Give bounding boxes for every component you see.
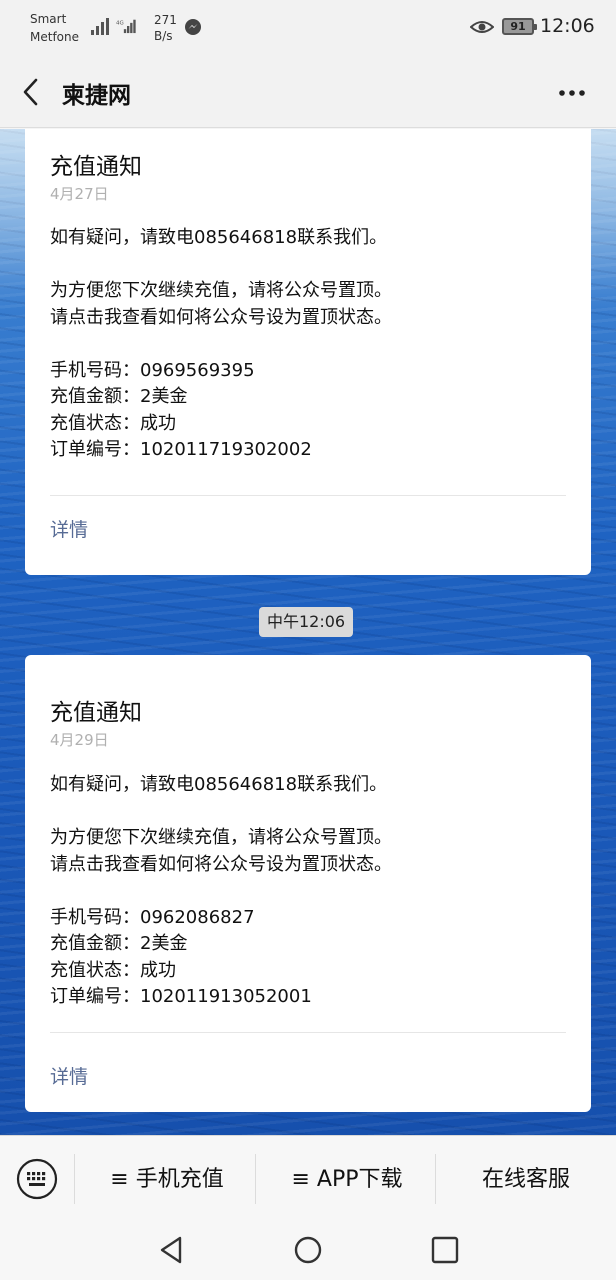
menu-app-download[interactable]: ≡ APP下载 (260, 1162, 434, 1198)
status-time: 12:06 (540, 15, 595, 37)
message-card[interactable]: 充值通知 4月27日 如有疑问，请致电085646818联系我们。 为方便您下次… (25, 129, 591, 575)
menu-separator (435, 1154, 436, 1204)
speed-value: 271 (154, 13, 177, 27)
card-divider (50, 495, 566, 496)
card-title: 充值通知 (50, 154, 142, 180)
network-speed: 271 B/s (154, 12, 177, 44)
detail-link[interactable]: 详情 (50, 1062, 88, 1089)
speed-unit: B/s (154, 29, 173, 43)
card-text-line: 请点击我查看如何将公众号设为置顶状态。 (50, 854, 392, 875)
time-divider: 中午12:06 (259, 607, 354, 637)
card-text-line: 为方便您下次继续充值，请将公众号置顶。 (50, 280, 392, 301)
chat-area[interactable]: 充值通知 4月27日 如有疑问，请致电085646818联系我们。 为方便您下次… (0, 129, 616, 1135)
page-title: 柬捷网 (62, 83, 131, 109)
bottom-menu: ≡ 手机充值 ≡ APP下载 在线客服 (0, 1135, 616, 1223)
menu-phone-recharge[interactable]: ≡ 手机充值 (80, 1162, 254, 1198)
system-nav-bar (0, 1223, 616, 1280)
detail-link[interactable]: 详情 (50, 515, 88, 542)
more-dots-icon[interactable] (552, 78, 592, 108)
menu-separator (255, 1154, 256, 1204)
menu-separator (74, 1154, 75, 1204)
title-bar: 柬捷网 (0, 56, 616, 128)
amount-line: 充值金额：2美金 (50, 386, 188, 407)
menu-online-service[interactable]: 在线客服 (440, 1162, 612, 1198)
nav-recents-icon[interactable] (430, 1235, 460, 1265)
signal-icon (91, 18, 109, 35)
status-line: 充值状态：成功 (50, 413, 176, 434)
card-date: 4月27日 (50, 185, 109, 203)
keyboard-icon[interactable] (16, 1158, 58, 1200)
card-title: 充值通知 (50, 700, 142, 726)
card-date: 4月29日 (50, 731, 109, 749)
order-number-line: 订单编号：102011719302002 (50, 439, 312, 460)
carrier-name: Smart Metfone (30, 10, 79, 46)
phone-number-line: 手机号码：0969569395 (50, 360, 255, 381)
carrier-line2: Metfone (30, 30, 79, 44)
card-divider (50, 1032, 566, 1033)
messenger-icon (185, 19, 201, 35)
amount-line: 充值金额：2美金 (50, 933, 188, 954)
status-line: 充值状态：成功 (50, 960, 176, 981)
carrier-line1: Smart (30, 12, 67, 26)
eye-icon (470, 21, 494, 33)
card-text-line: 请点击我查看如何将公众号设为置顶状态。 (50, 307, 392, 328)
signal-4g-icon: 4G (116, 19, 136, 34)
nav-back-icon[interactable] (156, 1235, 186, 1265)
card-text-line: 如有疑问，请致电085646818联系我们。 (50, 227, 388, 248)
card-text-line: 如有疑问，请致电085646818联系我们。 (50, 774, 388, 795)
nav-home-icon[interactable] (293, 1235, 323, 1265)
status-bar: Smart Metfone 4G 271 B/s 91 12:06 (0, 0, 616, 56)
card-text-line: 为方便您下次继续充值，请将公众号置顶。 (50, 827, 392, 848)
back-arrow-icon[interactable] (14, 74, 50, 110)
phone-number-line: 手机号码：0962086827 (50, 907, 255, 928)
battery-icon: 91 (502, 18, 537, 35)
order-number-line: 订单编号：102011913052001 (50, 986, 312, 1007)
message-card[interactable]: 充值通知 4月29日 如有疑问，请致电085646818联系我们。 为方便您下次… (25, 655, 591, 1112)
network-type-label: 4G (116, 20, 124, 26)
